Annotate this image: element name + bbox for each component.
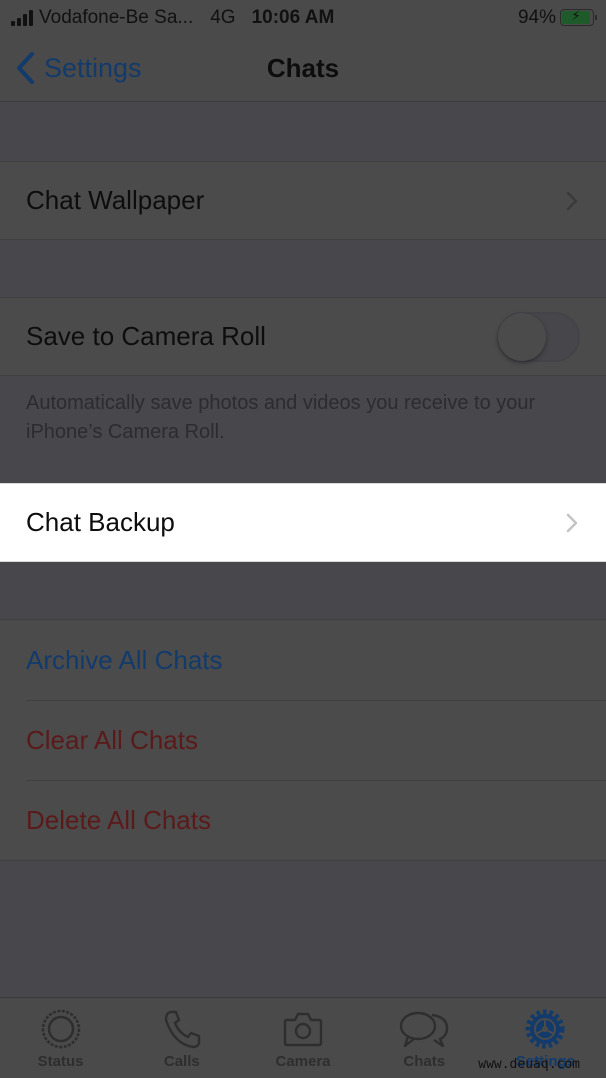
status-bar: Vodafone-Be Sa... 4G 10:06 AM 94% ⚡ [0, 0, 606, 36]
status-icon [41, 1009, 80, 1049]
chat-bubbles-icon [400, 1011, 449, 1048]
chevron-right-icon [566, 513, 578, 532]
battery-icon: ⚡ [560, 8, 597, 26]
tab-camera-label: Camera [275, 1053, 331, 1070]
charging-bolt-icon: ⚡ [571, 8, 581, 23]
tab-status-label: Status [37, 1053, 84, 1070]
navigation-bar: Settings Chats [0, 36, 606, 102]
chevron-right-icon [566, 191, 578, 210]
battery-level: ⚡ [562, 8, 591, 24]
clear-all-chats-label: Clear All Chats [26, 724, 198, 755]
archive-all-chats-label: Archive All Chats [26, 644, 223, 675]
save-to-camera-roll-toggle[interactable] [497, 311, 580, 362]
tab-calls[interactable]: Calls [121, 998, 242, 1078]
clock: 10:06 AM [251, 7, 335, 28]
watermark: www.deuaq.com [478, 1057, 580, 1072]
delete-all-chats-label: Delete All Chats [26, 804, 211, 835]
tab-calls-label: Calls [163, 1053, 200, 1070]
chat-backup-label: Chat Backup [26, 507, 175, 537]
delete-all-chats-button[interactable]: Delete All Chats [0, 780, 606, 860]
battery-percentage: 94% [517, 7, 556, 28]
tab-chats[interactable]: Chats [364, 998, 485, 1078]
tab-chats-label: Chats [403, 1053, 446, 1070]
toggle-knob [498, 312, 546, 361]
chat-actions-group: Archive All Chats Clear All Chats Delete… [0, 619, 606, 861]
signal-strength-icon [11, 10, 33, 26]
camera-icon [283, 1012, 323, 1047]
chat-wallpaper-label: Chat Wallpaper [26, 185, 205, 215]
save-to-camera-roll-row: Save to Camera Roll [0, 297, 606, 376]
page-title: Chats [266, 53, 340, 83]
tab-status[interactable]: Status [0, 998, 121, 1078]
gear-icon [525, 1009, 565, 1049]
chat-backup-row[interactable]: Chat Backup [0, 483, 606, 562]
chat-wallpaper-row[interactable]: Chat Wallpaper [0, 161, 606, 240]
save-to-camera-roll-label: Save to Camera Roll [26, 321, 266, 351]
carrier-name: Vodafone-Be Sa... [39, 7, 194, 28]
phone-icon [164, 1010, 200, 1049]
network-type: 4G [210, 7, 236, 28]
tab-camera[interactable]: Camera [242, 998, 363, 1078]
camera-roll-footnote: Automatically save photos and videos you… [26, 392, 536, 443]
clear-all-chats-button[interactable]: Clear All Chats [0, 700, 606, 780]
archive-all-chats-button[interactable]: Archive All Chats [0, 620, 606, 700]
